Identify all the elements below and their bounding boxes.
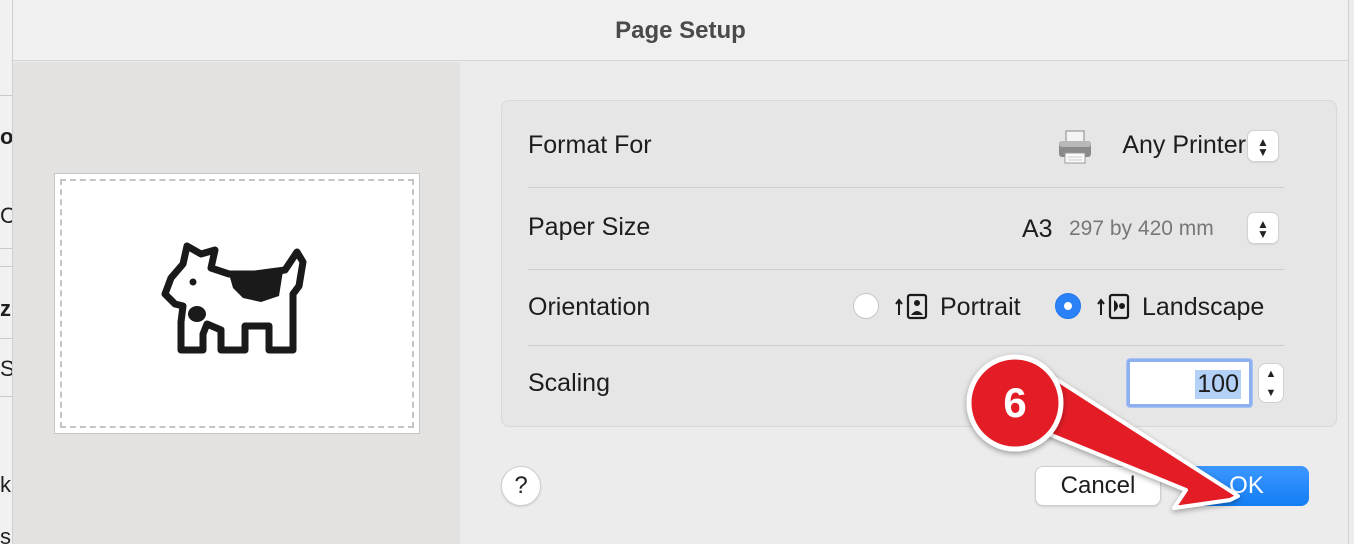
background-text-fragment: z — [0, 296, 11, 321]
scaling-input[interactable]: 100 — [1127, 359, 1252, 407]
printer-select-value[interactable]: Any Printer — [1122, 131, 1246, 160]
portrait-radio[interactable] — [853, 293, 879, 319]
scaling-label: Scaling — [528, 369, 610, 397]
help-button[interactable]: ? — [501, 466, 541, 506]
printer-popup-button[interactable]: ▲ ▼ — [1247, 130, 1279, 162]
chevron-down-icon[interactable]: ▼ — [1259, 387, 1283, 399]
chevron-up-icon[interactable]: ▲ — [1259, 368, 1283, 380]
paper-size-value[interactable]: A3 — [1022, 215, 1053, 244]
page-setup-dialog: Page Setup Format For Any Printer ▲ ▼ Pa… — [12, 0, 1349, 544]
background-text-fragment: s — [0, 524, 11, 544]
scaling-value: 100 — [1195, 370, 1241, 399]
chevron-down-icon: ▼ — [1257, 145, 1269, 159]
step-number: 6 — [1003, 379, 1027, 426]
settings-panel: Format For Any Printer ▲ ▼ Paper Size A3… — [501, 100, 1337, 427]
dialog-titlebar: Page Setup — [13, 0, 1348, 61]
format-for-label: Format For — [528, 131, 652, 159]
paper-size-popup-button[interactable]: ▲ ▼ — [1247, 212, 1279, 244]
page-preview-pane — [13, 62, 460, 544]
portrait-orientation-icon — [895, 293, 928, 320]
cancel-button[interactable]: Cancel — [1035, 466, 1161, 506]
portrait-label[interactable]: Portrait — [940, 293, 1021, 322]
dialog-title: Page Setup — [615, 17, 746, 44]
paper-size-label: Paper Size — [528, 213, 651, 241]
paper-size-dimensions: 297 by 420 mm — [1069, 217, 1214, 240]
chevron-down-icon: ▼ — [1257, 227, 1269, 241]
landscape-orientation-icon — [1097, 293, 1130, 320]
paper-preview — [54, 173, 420, 434]
scaling-stepper[interactable]: ▲ ▼ — [1258, 363, 1284, 403]
orientation-label: Orientation — [528, 293, 651, 321]
ok-button[interactable]: OK — [1184, 466, 1309, 506]
landscape-label[interactable]: Landscape — [1142, 293, 1264, 322]
background-text-fragment: k — [0, 472, 11, 497]
printer-icon — [1059, 130, 1091, 164]
landscape-radio[interactable] — [1055, 293, 1081, 319]
dogcow-icon — [161, 242, 307, 354]
